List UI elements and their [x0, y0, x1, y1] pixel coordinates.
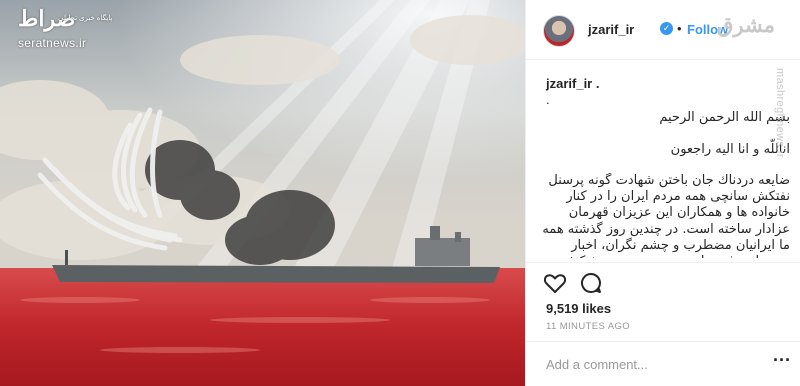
caption-line-condolence: اناللّه و انا اليه راجعون [670, 142, 790, 157]
header-username[interactable]: jzarif_ir [588, 22, 634, 37]
likes-count[interactable]: 9,519 likes [546, 301, 611, 316]
mashregh-logo: مشرق [717, 12, 775, 37]
comment-box: ··· [526, 341, 800, 386]
tanker-fire-illustration [0, 0, 525, 386]
timestamp[interactable]: 11 MINUTES AGO [546, 321, 630, 332]
heart-icon[interactable] [543, 271, 567, 295]
instagram-post: صراط پایگاه خبری تحلیلی seratnews.ir jza… [0, 0, 800, 386]
caption-body: ضايعه دردناك جان باختن شهادت گونه پرسنل … [542, 173, 790, 258]
verified-badge-icon: ✓ [660, 22, 673, 35]
watermark-subtitle: پایگاه خبری تحلیلی [58, 15, 113, 22]
post-photo[interactable]: صراط پایگاه خبری تحلیلی seratnews.ir [0, 0, 525, 386]
mashregh-side-text: mashreghnews.ir [774, 68, 786, 158]
comment-input[interactable] [544, 356, 768, 373]
mashregh-side-watermark: mashreghnews.ir [768, 60, 794, 260]
post-header: jzarif_ir ✓ • Follow مشرق [526, 0, 800, 60]
action-bar [526, 262, 800, 302]
avatar[interactable] [543, 15, 575, 47]
watermark-site: seratnews.ir [18, 36, 87, 50]
comment-icon[interactable] [579, 271, 603, 295]
header-separator: • [677, 21, 682, 36]
more-options-icon[interactable]: ··· [773, 350, 791, 371]
caption-dot: . [546, 92, 550, 107]
post-sidebar: jzarif_ir ✓ • Follow مشرق jzarif_ir . . … [525, 0, 800, 386]
caption-username[interactable]: jzarif_ir . [546, 76, 599, 91]
caption-line-bismillah: بسم الله الرحمن الرحيم [659, 110, 790, 125]
